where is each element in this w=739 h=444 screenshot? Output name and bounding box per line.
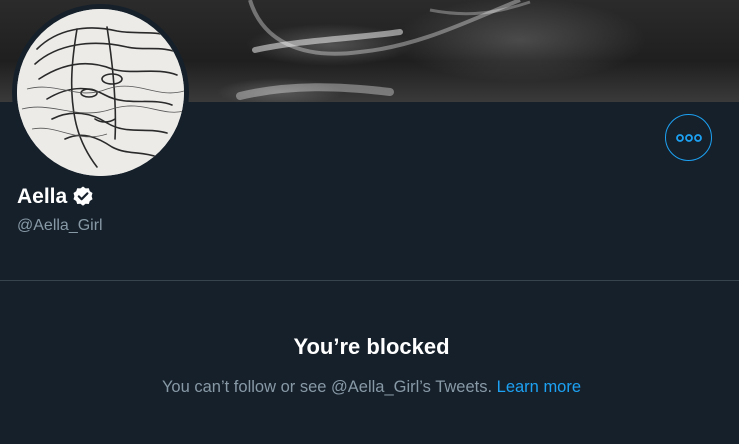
avatar[interactable] bbox=[17, 9, 184, 176]
display-name-row: Aella bbox=[17, 183, 95, 211]
verified-badge-icon bbox=[71, 185, 95, 209]
blocked-title: You’re blocked bbox=[293, 334, 450, 359]
display-name: Aella bbox=[17, 185, 68, 208]
profile-handle: @Aella_Girl bbox=[17, 217, 103, 234]
more-horizontal-icon bbox=[675, 133, 702, 142]
profile-page: Aella @Aella_Girl You’re blocked You can… bbox=[0, 0, 739, 444]
more-options-button[interactable] bbox=[665, 114, 712, 161]
learn-more-link[interactable]: Learn more bbox=[497, 378, 581, 396]
blocked-message: You can’t follow or see @Aella_Girl’s Tw… bbox=[0, 376, 739, 398]
blocked-message-text: You can’t follow or see @Aella_Girl’s Tw… bbox=[161, 378, 493, 396]
section-divider bbox=[0, 280, 739, 281]
